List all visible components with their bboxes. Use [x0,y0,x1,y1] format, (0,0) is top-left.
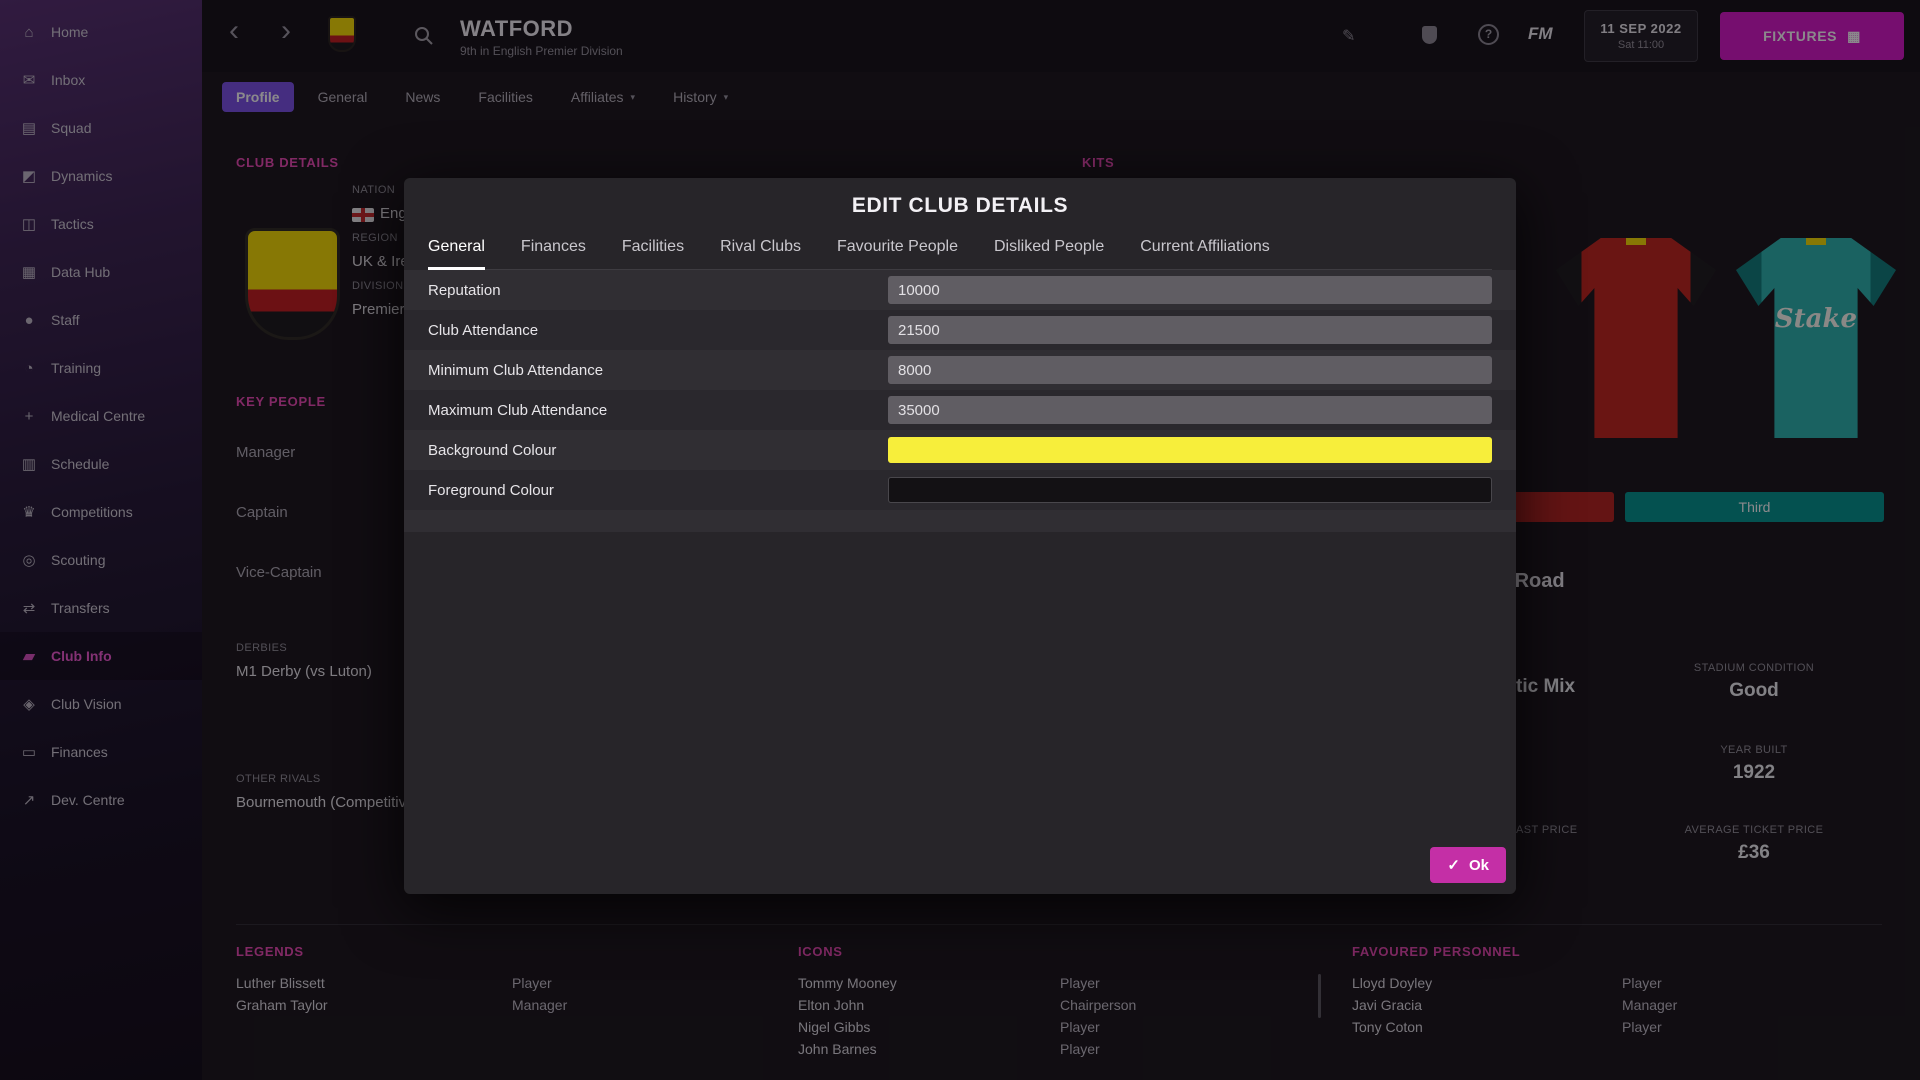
ok-label: Ok [1468,856,1489,874]
edit-club-details-modal: EDIT CLUB DETAILS General Finances Facil… [404,178,1516,894]
field-row-minimum-club-attendance: Minimum Club Attendance [404,350,1516,390]
modal-tab-current-affiliations[interactable]: Current Affiliations [1140,238,1270,269]
field-row-club-attendance: Club Attendance [404,310,1516,350]
modal-tab-rival-clubs[interactable]: Rival Clubs [720,238,801,269]
minimum-club-attendance-input[interactable] [888,356,1492,384]
check-icon: ✓ [1447,857,1460,874]
foreground-colour-swatch[interactable] [888,477,1492,503]
field-label: Reputation [428,281,501,299]
club-attendance-input[interactable] [888,316,1492,344]
field-row-foreground-colour: Foreground Colour [404,470,1516,510]
modal-tab-finances[interactable]: Finances [521,238,586,269]
modal-title: EDIT CLUB DETAILS [851,194,1069,217]
field-row-background-colour: Background Colour [404,430,1516,470]
field-label: Maximum Club Attendance [428,401,608,419]
field-row-reputation: Reputation [404,270,1516,310]
application-window: ⌂ Home ✉ Inbox ▤ Squad ◩ Dynamics ◫ Tactics ▦… [0,0,1920,1080]
maximum-club-attendance-input[interactable] [888,396,1492,424]
modal-tab-favourite-people[interactable]: Favourite People [837,238,958,269]
modal-tab-disliked-people[interactable]: Disliked People [994,238,1104,269]
background-colour-swatch[interactable] [888,437,1492,463]
field-label: Foreground Colour [428,481,554,499]
field-label: Background Colour [428,441,557,459]
modal-tab-bar: General Finances Facilities Rival Clubs … [428,238,1492,270]
empty-field-row [404,510,1516,532]
field-label: Minimum Club Attendance [428,361,604,379]
field-label: Club Attendance [428,321,539,339]
reputation-input[interactable] [888,276,1492,304]
field-row-maximum-club-attendance: Maximum Club Attendance [404,390,1516,430]
ok-button[interactable]: ✓ Ok [1430,847,1506,883]
modal-tab-general[interactable]: General [428,238,485,270]
modal-tab-facilities[interactable]: Facilities [622,238,684,269]
